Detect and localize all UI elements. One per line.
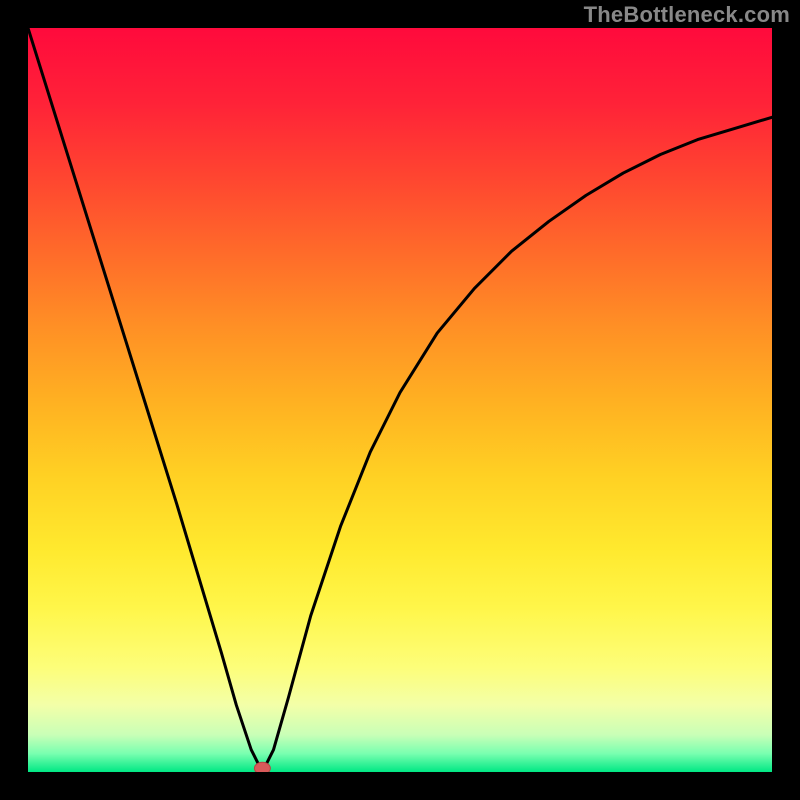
watermark-text: TheBottleneck.com <box>584 2 790 28</box>
gradient-background <box>28 28 772 772</box>
plot-svg <box>28 28 772 772</box>
plot-frame <box>28 28 772 772</box>
minimum-marker <box>254 762 270 772</box>
chart-container: TheBottleneck.com <box>0 0 800 800</box>
